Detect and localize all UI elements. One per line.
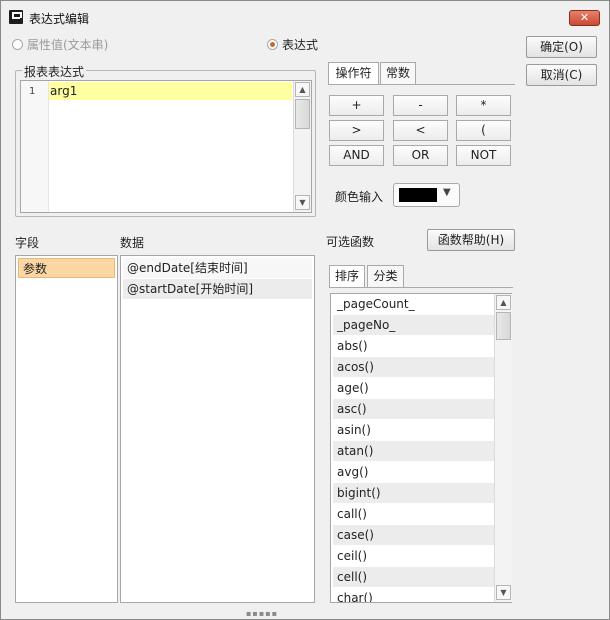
- tab-constants[interactable]: 常数: [380, 62, 416, 84]
- ok-button[interactable]: 确定(O): [526, 36, 597, 58]
- color-select[interactable]: ▼: [393, 183, 460, 207]
- close-button[interactable]: ✕: [569, 10, 600, 26]
- function-item[interactable]: ceil(): [333, 546, 495, 566]
- data-list: @endDate[结束时间] @startDate[开始时间]: [120, 255, 315, 603]
- functions-header: 可选函数: [326, 235, 375, 249]
- editor-scroll-thumb[interactable]: [295, 99, 310, 129]
- expression-group-legend: 报表表达式: [22, 63, 87, 80]
- list-item-start-date[interactable]: @startDate[开始时间]: [123, 279, 312, 299]
- functions-scroll-thumb[interactable]: [496, 312, 511, 340]
- functions-list: _pageCount_ _pageNo_ abs() acos() age() …: [330, 293, 512, 603]
- cancel-button[interactable]: 取消(C): [526, 64, 597, 86]
- function-item[interactable]: _pageCount_: [333, 294, 495, 314]
- color-input-label: 颜色输入: [335, 190, 384, 204]
- operator-plus-button[interactable]: +: [329, 95, 384, 116]
- function-item[interactable]: bigint(): [333, 483, 495, 503]
- tab-category[interactable]: 分类: [367, 265, 404, 287]
- operator-or-button[interactable]: OR: [393, 145, 448, 166]
- data-header: 数据: [120, 236, 145, 250]
- radio-property-value[interactable]: 属性值(文本串): [12, 36, 108, 53]
- operator-greater-button[interactable]: >: [329, 120, 384, 141]
- operator-and-button[interactable]: AND: [329, 145, 384, 166]
- fields-header: 字段: [15, 236, 40, 250]
- list-item-parameter[interactable]: 参数: [18, 258, 115, 278]
- radio-expression-dot[interactable]: [267, 39, 278, 50]
- function-item[interactable]: cell(): [333, 567, 495, 587]
- function-item[interactable]: case(): [333, 525, 495, 545]
- radio-expression[interactable]: 表达式: [267, 36, 318, 53]
- function-item[interactable]: age(): [333, 378, 495, 398]
- expression-editor-dialog: 表达式编辑 ✕ 属性值(文本串) 表达式 确定(O) 取消(C) 报表表达式 1…: [0, 0, 610, 620]
- operator-not-button[interactable]: NOT: [456, 145, 511, 166]
- tab-sort[interactable]: 排序: [329, 265, 365, 287]
- function-help-button[interactable]: 函数帮助(H): [427, 229, 515, 251]
- function-item[interactable]: call(): [333, 504, 495, 524]
- line-number: 1: [29, 86, 36, 97]
- scroll-up-icon[interactable]: ▲: [295, 82, 310, 97]
- function-tab-divider: [329, 287, 513, 288]
- editor-scrollbar[interactable]: ▲ ▼: [293, 81, 311, 212]
- scroll-up-icon[interactable]: ▲: [496, 295, 511, 310]
- function-item[interactable]: abs(): [333, 336, 495, 356]
- operator-minus-button[interactable]: -: [393, 95, 448, 116]
- function-item[interactable]: _pageNo_: [333, 315, 495, 335]
- radio-property-dot[interactable]: [12, 39, 23, 50]
- function-item[interactable]: char(): [333, 588, 495, 602]
- code-line[interactable]: arg1: [49, 82, 292, 100]
- chevron-down-icon[interactable]: ▼: [443, 187, 451, 198]
- operator-less-button[interactable]: <: [393, 120, 448, 141]
- function-item[interactable]: acos(): [333, 357, 495, 377]
- function-item[interactable]: asin(): [333, 420, 495, 440]
- operator-paren-button[interactable]: (: [456, 120, 511, 141]
- line-gutter: 1: [21, 81, 49, 212]
- function-item[interactable]: atan(): [333, 441, 495, 461]
- scroll-down-icon[interactable]: ▼: [496, 585, 511, 600]
- fields-list: 参数: [15, 255, 118, 603]
- operator-multiply-button[interactable]: *: [456, 95, 511, 116]
- tab-divider: [328, 84, 515, 85]
- scroll-down-icon[interactable]: ▼: [295, 195, 310, 210]
- expression-editor[interactable]: 1 arg1 ▲ ▼: [20, 80, 312, 213]
- functions-scrollbar[interactable]: ▲ ▼: [494, 294, 512, 602]
- resize-grip-icon[interactable]: ▪▪▪▪▪: [246, 609, 282, 618]
- app-icon: [9, 10, 23, 24]
- close-icon: ✕: [579, 11, 590, 24]
- title-bar: 表达式编辑 ✕: [1, 1, 609, 29]
- radio-property-label: 属性值(文本串): [27, 38, 109, 52]
- function-item[interactable]: avg(): [333, 462, 495, 482]
- color-swatch: [399, 188, 437, 202]
- window-title: 表达式编辑: [29, 12, 90, 26]
- list-item-end-date[interactable]: @endDate[结束时间]: [123, 258, 312, 278]
- radio-expression-label: 表达式: [282, 38, 319, 52]
- function-item[interactable]: asc(): [333, 399, 495, 419]
- tab-operators[interactable]: 操作符: [328, 62, 379, 84]
